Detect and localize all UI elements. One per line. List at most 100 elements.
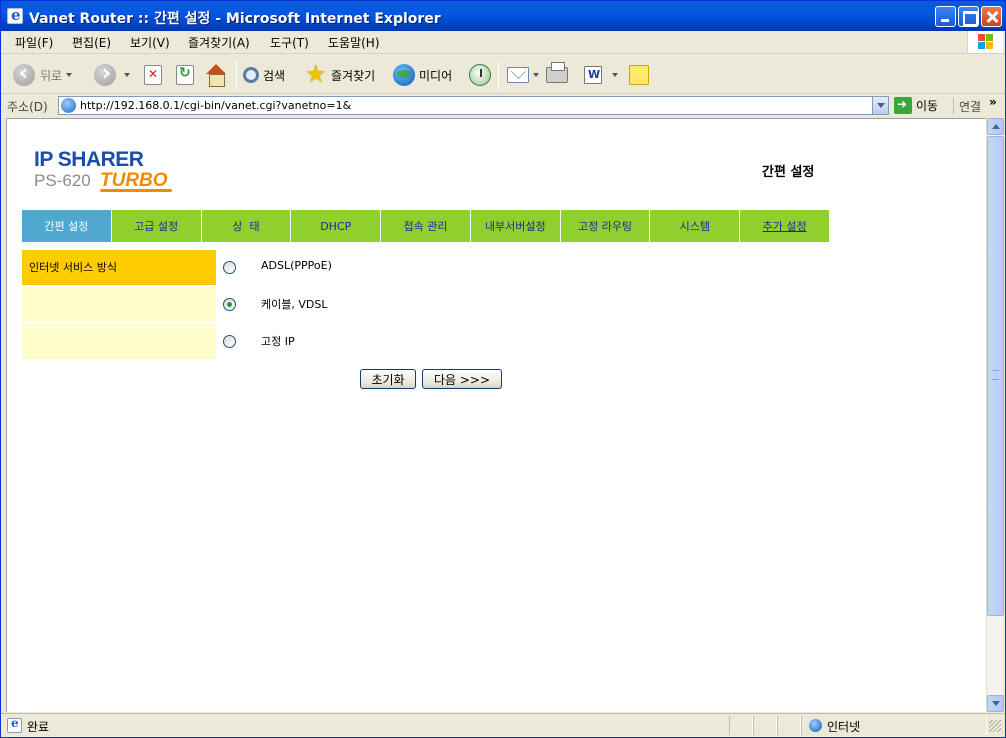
search-label: 검색 <box>263 68 286 83</box>
search-button[interactable]: 검색 <box>243 61 285 89</box>
address-url[interactable]: http://192.168.0.1/cgi-bin/vanet.cgi?van… <box>80 99 351 112</box>
messenger-button[interactable] <box>629 61 649 89</box>
windows-logo-icon <box>967 31 1003 53</box>
star-icon <box>305 60 327 88</box>
section-label-cell: 인터넷 서비스 방식 <box>22 250 216 285</box>
address-bar: 주소(D) http://192.168.0.1/cgi-bin/vanet.c… <box>1 95 1005 117</box>
tab-static-routing[interactable]: 고정 라우팅 <box>560 210 650 242</box>
forward-button[interactable] <box>94 61 130 89</box>
status-bar: 완료 인터넷 <box>1 713 1005 737</box>
toolbar-separator <box>498 61 499 89</box>
radio-static-ip[interactable] <box>223 335 236 348</box>
title-bar[interactable]: Vanet Router :: 간편 설정 - Microsoft Intern… <box>1 1 1005 31</box>
scroll-thumb[interactable] <box>987 136 1004 616</box>
media-button[interactable]: 미디어 <box>393 61 452 89</box>
tab-easy-setup[interactable]: 간편 설정 <box>22 210 111 242</box>
address-dropdown-icon[interactable] <box>872 97 888 114</box>
tab-internal-server[interactable]: 내부서버설정 <box>470 210 560 242</box>
edit-dropdown-icon[interactable] <box>612 73 618 77</box>
minimize-button[interactable] <box>935 6 956 27</box>
media-icon <box>393 64 415 86</box>
stop-button[interactable] <box>144 61 162 89</box>
scroll-up-icon[interactable] <box>987 118 1004 135</box>
menu-file[interactable]: 파일(F) <box>15 34 53 51</box>
tab-label: 내부서버설정 <box>484 220 546 233</box>
tab-label: 고급 설정 <box>134 220 179 233</box>
ip-sharer-logo: IP SHARER PS-620 TURBO <box>34 148 184 194</box>
back-arrow-icon <box>13 61 35 86</box>
service-type-options: 인터넷 서비스 방식 ADSL(PPPoE) 케이블, VDSL 고정 IP <box>22 249 822 360</box>
resize-grip-icon[interactable] <box>989 720 1001 732</box>
menu-tools[interactable]: 도구(T) <box>270 34 309 51</box>
tab-label: 간편 설정 <box>44 220 89 233</box>
tab-additional-setup[interactable]: 추가 설정 <box>740 210 830 242</box>
logo-text-model: PS-620 <box>34 171 91 190</box>
edit-document-icon <box>584 66 602 84</box>
tab-dhcp[interactable]: DHCP <box>291 210 381 242</box>
page-status-icon <box>7 716 22 733</box>
radio-cable-vdsl[interactable] <box>223 298 236 311</box>
tab-label: 상 태 <box>232 220 260 233</box>
print-button[interactable] <box>546 61 568 89</box>
section-label: 인터넷 서비스 방식 <box>29 261 117 274</box>
tab-advanced-setup[interactable]: 고급 설정 <box>111 210 201 242</box>
history-icon <box>469 64 491 86</box>
option-label-adsl: ADSL(PPPoE) <box>261 259 332 272</box>
stop-icon <box>144 65 162 85</box>
home-button[interactable] <box>205 61 227 89</box>
radio-adsl-pppoe[interactable] <box>223 261 236 274</box>
menu-favorites[interactable]: 즐겨찾기(A) <box>188 34 250 51</box>
window-title: Vanet Router :: 간편 설정 - Microsoft Intern… <box>29 11 441 27</box>
option-row: 고정 IP <box>22 323 822 360</box>
toolbar-more-chevron-icon[interactable]: » <box>989 95 997 109</box>
logo-text-line1: IP SHARER <box>34 148 144 171</box>
links-button[interactable]: 연결 <box>953 98 981 115</box>
reset-button[interactable]: 초기화 <box>360 369 416 389</box>
printer-icon <box>546 62 568 83</box>
toolbar: 뒤로 검색 즐겨찾기 미디어 <box>1 55 1005 94</box>
go-button[interactable]: 이동 <box>894 97 938 114</box>
status-text: 완료 <box>27 720 50 734</box>
tab-label: 접속 관리 <box>403 220 448 233</box>
favorites-button[interactable]: 즐겨찾기 <box>305 60 376 89</box>
tab-status[interactable]: 상 태 <box>201 210 291 242</box>
favorites-label: 즐겨찾기 <box>331 68 376 83</box>
history-button[interactable] <box>469 61 491 89</box>
page-icon <box>61 98 76 113</box>
tab-label[interactable]: 추가 설정 <box>763 218 807 234</box>
mail-button[interactable] <box>507 61 539 89</box>
tab-access-management[interactable]: 접속 관리 <box>381 210 470 242</box>
forward-dropdown-icon[interactable] <box>124 73 130 77</box>
status-pane <box>753 716 777 735</box>
mail-dropdown-icon[interactable] <box>533 73 539 77</box>
next-button[interactable]: 다음 >>> <box>422 369 502 389</box>
vertical-scrollbar[interactable] <box>986 118 1004 712</box>
page-title: 간편 설정 <box>762 165 815 180</box>
menu-bar: 파일(F) 편집(E) 보기(V) 즐겨찾기(A) 도구(T) 도움말(H) <box>1 31 1005 54</box>
menu-edit[interactable]: 편집(E) <box>72 34 111 51</box>
tab-label: 시스템 <box>679 220 711 233</box>
back-dropdown-icon[interactable] <box>66 73 73 77</box>
option-row: 케이블, VDSL <box>22 286 822 323</box>
browser-window: Vanet Router :: 간편 설정 - Microsoft Intern… <box>0 0 1006 738</box>
tab-label: 고정 라우팅 <box>578 220 633 233</box>
option-row: 인터넷 서비스 방식 ADSL(PPPoE) <box>22 249 822 286</box>
menu-view[interactable]: 보기(V) <box>130 34 170 51</box>
tab-system[interactable]: 시스템 <box>650 210 740 242</box>
refresh-button[interactable] <box>176 61 194 89</box>
mail-icon <box>507 67 529 83</box>
scroll-down-icon[interactable] <box>987 695 1004 712</box>
status-pane <box>729 716 753 735</box>
menu-help[interactable]: 도움말(H) <box>328 34 380 51</box>
ie-app-icon[interactable] <box>7 6 23 24</box>
close-button[interactable] <box>981 6 1002 27</box>
back-button[interactable]: 뒤로 <box>13 61 73 89</box>
toolbar-separator <box>236 61 237 89</box>
go-label: 이동 <box>916 99 939 113</box>
nav-tabs: 간편 설정 고급 설정 상 태 DHCP 접속 관리 내부서버설정 고정 라우팅… <box>22 210 830 242</box>
status-pane <box>777 716 801 735</box>
edit-button[interactable] <box>584 61 618 89</box>
address-input[interactable]: http://192.168.0.1/cgi-bin/vanet.cgi?van… <box>58 96 889 115</box>
maximize-button[interactable] <box>958 6 979 27</box>
empty-label-cell <box>22 324 216 359</box>
